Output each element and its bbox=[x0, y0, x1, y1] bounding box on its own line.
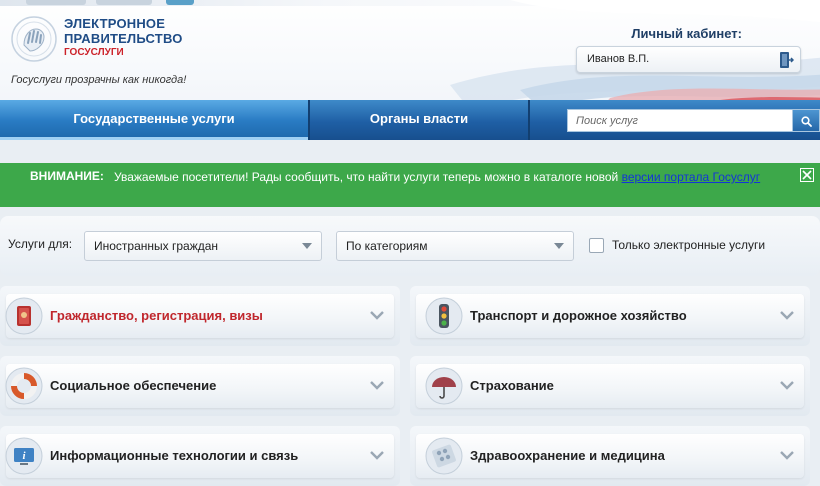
search-icon bbox=[801, 116, 812, 127]
top-tab[interactable] bbox=[96, 0, 152, 5]
gosuslugi-logo-icon[interactable] bbox=[10, 15, 58, 63]
category-title: Социальное обеспечение bbox=[50, 378, 217, 393]
tab-government-services[interactable]: Государственные услуги bbox=[0, 100, 308, 140]
chevron-down-icon bbox=[370, 381, 384, 390]
category-title: Гражданство, регистрация, визы bbox=[50, 308, 263, 323]
umbrella-icon bbox=[425, 367, 463, 405]
nav-divider bbox=[528, 100, 530, 140]
chevron-down-icon bbox=[370, 451, 384, 460]
electronic-only-label[interactable]: Только электронные услуги bbox=[612, 238, 765, 252]
user-cabinet-button[interactable]: Иванов В.П. bbox=[576, 46, 801, 73]
notice-message: Уважаемые посетители! Рады сообщить, что… bbox=[114, 170, 622, 184]
grouping-select[interactable]: По категориям bbox=[336, 231, 574, 261]
notice-text: Уважаемые посетители! Рады сообщить, что… bbox=[114, 169, 764, 185]
category-card-insurance[interactable]: Страхование bbox=[410, 356, 810, 416]
tab-authorities[interactable]: Органы власти bbox=[310, 100, 528, 140]
chevron-down-icon bbox=[780, 311, 794, 320]
services-for-label: Услуги для: bbox=[8, 237, 73, 251]
category-title: Страхование bbox=[470, 378, 554, 393]
electronic-only-checkbox[interactable] bbox=[589, 238, 604, 253]
search-button[interactable] bbox=[793, 109, 820, 132]
chevron-down-icon bbox=[780, 451, 794, 460]
category-card-health[interactable]: Здравоохранение и медицина bbox=[410, 426, 810, 486]
close-icon bbox=[802, 170, 812, 180]
top-tab[interactable] bbox=[166, 0, 194, 5]
category-title: Транспорт и дорожное хозяйство bbox=[470, 308, 687, 323]
logo-subtext: ГОСУСЛУГИ bbox=[64, 47, 124, 58]
chevron-down-icon bbox=[370, 311, 384, 320]
category-card-it[interactable]: i Информационные технологии и связь bbox=[0, 426, 400, 486]
dropdown-arrow-icon bbox=[302, 243, 312, 249]
category-card-social[interactable]: Социальное обеспечение bbox=[0, 356, 400, 416]
search-input[interactable] bbox=[567, 109, 793, 132]
audience-value: Иностранных граждан bbox=[94, 239, 219, 253]
category-title: Здравоохранение и медицина bbox=[470, 448, 665, 463]
cabinet-label: Личный кабинет: bbox=[631, 26, 742, 41]
dropdown-arrow-icon bbox=[554, 243, 564, 249]
site-header: ЭЛЕКТРОННОЕ ПРАВИТЕЛЬСТВО ГОСУСЛУГИ Госу… bbox=[0, 0, 820, 100]
main-navigation: Государственные услуги Органы власти bbox=[0, 100, 820, 140]
passport-icon bbox=[5, 297, 43, 335]
category-card-transport[interactable]: Транспорт и дорожное хозяйство bbox=[410, 286, 810, 346]
user-name: Иванов В.П. bbox=[587, 53, 650, 65]
info-monitor-icon: i bbox=[5, 437, 43, 475]
slogan: Госуслуги прозрачны как никогда! bbox=[11, 74, 187, 86]
logo-text: ЭЛЕКТРОННОЕ bbox=[64, 16, 166, 31]
category-card-citizenship[interactable]: Гражданство, регистрация, визы bbox=[0, 286, 400, 346]
chevron-down-icon bbox=[780, 381, 794, 390]
grouping-value: По категориям bbox=[346, 239, 428, 253]
category-title: Информационные технологии и связь bbox=[50, 448, 299, 463]
pills-icon bbox=[425, 437, 463, 475]
traffic-light-icon bbox=[425, 297, 463, 335]
notice-title: ВНИМАНИЕ: bbox=[30, 169, 104, 183]
notice-banner: ВНИМАНИЕ: Уважаемые посетители! Рады соо… bbox=[0, 163, 820, 207]
lifebuoy-icon bbox=[5, 367, 43, 405]
new-portal-link[interactable]: версии портала Госуслуг bbox=[622, 170, 761, 184]
logo-text: ПРАВИТЕЛЬСТВО bbox=[64, 31, 183, 46]
audience-select[interactable]: Иностранных граждан bbox=[84, 231, 322, 261]
logout-door-icon[interactable] bbox=[778, 51, 794, 69]
top-tab[interactable] bbox=[26, 0, 86, 5]
close-notice-button[interactable] bbox=[800, 168, 814, 182]
